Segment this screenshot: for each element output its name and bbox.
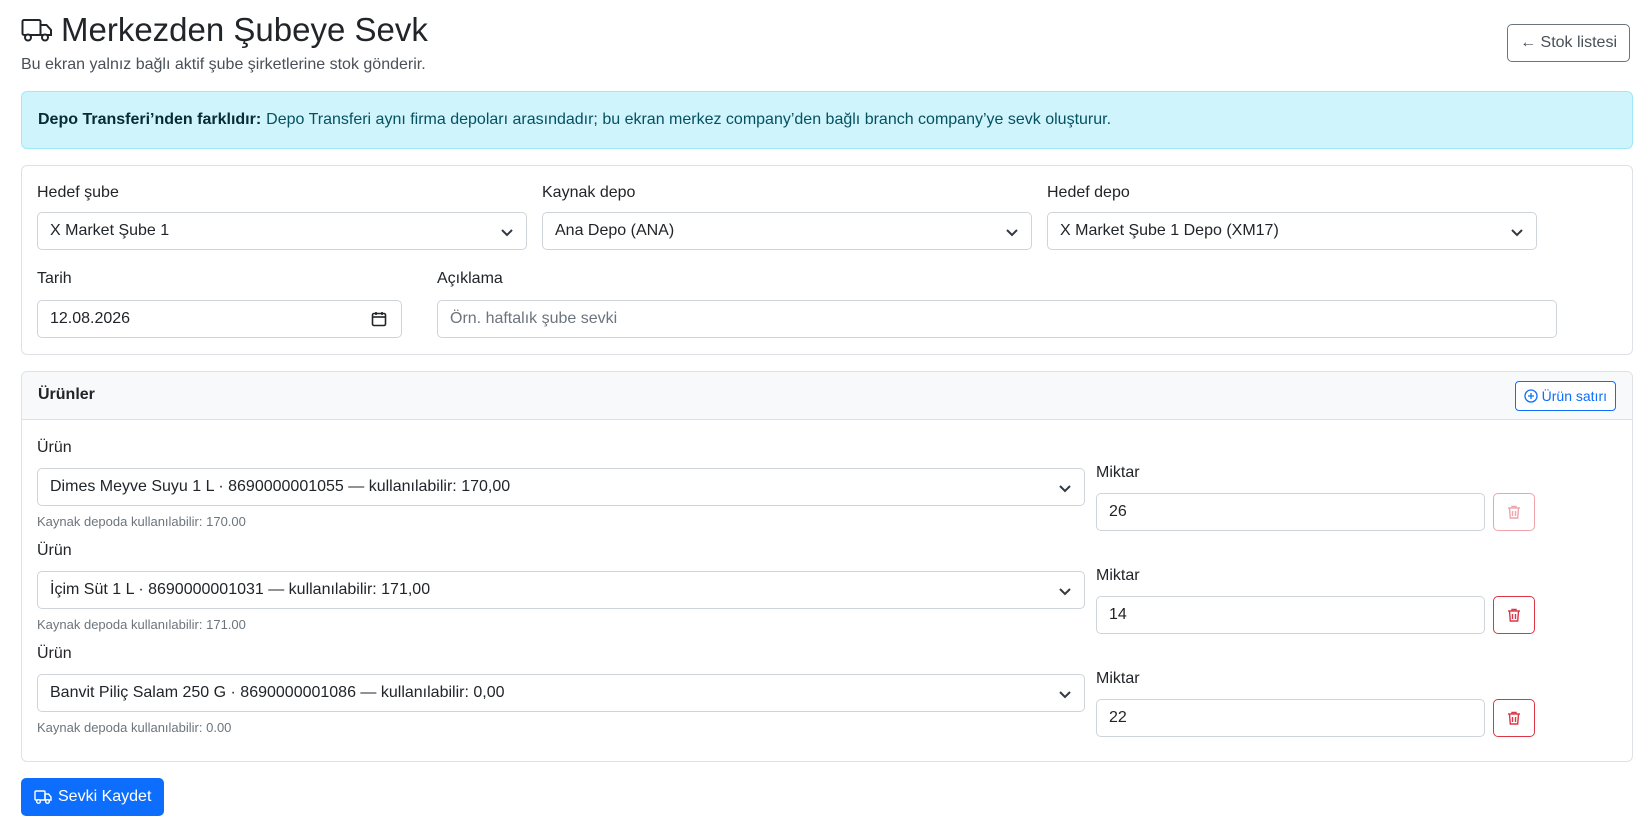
target-depot-label: Hedef depo — [1047, 184, 1130, 201]
available-hint: Kaynak depoda kullanılabilir: 171.00 — [37, 617, 246, 632]
page-header: Merkezden Şubeye Sevk Bu ekran yalnız ba… — [21, 10, 1630, 73]
product-label: Ürün — [37, 645, 72, 662]
page-title-text: Merkezden Şubeye Sevk — [61, 11, 428, 48]
available-hint: Kaynak depoda kullanılabilir: 0.00 — [37, 720, 232, 735]
calendar-icon[interactable] — [371, 311, 387, 327]
chevron-down-icon — [1006, 229, 1018, 237]
products-card: Ürünler Ürün satırı Ürün Dimes Meyve Suy… — [21, 371, 1633, 762]
trash-icon — [1508, 608, 1520, 622]
truck-icon — [21, 19, 52, 42]
save-transfer-button[interactable]: Sevki Kaydet — [21, 778, 165, 816]
delete-row-button[interactable] — [1493, 699, 1535, 737]
truck-icon — [34, 790, 52, 804]
plus-circle-icon — [1523, 389, 1538, 403]
trash-icon — [1508, 505, 1520, 519]
description-input[interactable]: Örn. haftalık şube sevki — [437, 300, 1557, 338]
description-placeholder: Örn. haftalık şube sevki — [450, 310, 618, 327]
products-header: Ürünler Ürün satırı — [22, 372, 1632, 420]
chevron-down-icon — [1059, 485, 1071, 493]
trash-icon — [1508, 711, 1520, 725]
source-depot-select[interactable]: Ana Depo (ANA) — [542, 212, 1032, 250]
quantity-input[interactable]: 22 — [1096, 699, 1485, 737]
product-select[interactable]: İçim Süt 1 L · 8690000001031 — kullanıla… — [37, 571, 1085, 609]
products-title: Ürünler — [38, 386, 95, 403]
available-hint: Kaynak depoda kullanılabilir: 170.00 — [37, 514, 246, 529]
quantity-label: Miktar — [1096, 464, 1140, 481]
date-label: Tarih — [37, 270, 72, 287]
delete-row-button[interactable] — [1493, 596, 1535, 634]
alert-text: Depo Transferi aynı firma depoları arası… — [266, 111, 1112, 128]
product-select[interactable]: Dimes Meyve Suyu 1 L · 8690000001055 — k… — [37, 468, 1085, 506]
chevron-down-icon — [501, 229, 513, 237]
quantity-label: Miktar — [1096, 670, 1140, 687]
delete-row-button[interactable] — [1493, 493, 1535, 531]
product-label: Ürün — [37, 542, 72, 559]
chevron-down-icon — [1059, 588, 1071, 596]
quantity-input[interactable]: 14 — [1096, 596, 1485, 634]
chevron-down-icon — [1511, 229, 1523, 237]
info-alert: Depo Transferi’nden farklıdır: Depo Tran… — [21, 91, 1633, 149]
quantity-label: Miktar — [1096, 567, 1140, 584]
page-subtitle: Bu ekran yalnız bağlı aktif şube şirketl… — [21, 56, 426, 73]
date-input[interactable]: 12.08.2026 — [37, 300, 402, 338]
page-title: Merkezden Şubeye Sevk — [21, 10, 1630, 50]
alert-strong: Depo Transferi’nden farklıdır: — [38, 111, 262, 128]
target-branch-label: Hedef şube — [37, 184, 119, 201]
description-label: Açıklama — [437, 270, 503, 287]
add-product-row-button[interactable]: Ürün satırı — [1514, 381, 1616, 411]
product-label: Ürün — [37, 439, 72, 456]
stock-list-button[interactable]: ← Stok listesi — [1507, 24, 1630, 62]
target-depot-select[interactable]: X Market Şube 1 Depo (XM17) — [1047, 212, 1537, 250]
chevron-down-icon — [1059, 691, 1071, 699]
target-branch-select[interactable]: X Market Şube 1 — [37, 212, 527, 250]
source-depot-label: Kaynak depo — [542, 184, 636, 201]
quantity-input[interactable]: 26 — [1096, 493, 1485, 531]
product-select[interactable]: Banvit Piliç Salam 250 G · 8690000001086… — [37, 674, 1085, 712]
transfer-form-card: Hedef şube X Market Şube 1 Kaynak depo A… — [21, 165, 1633, 355]
